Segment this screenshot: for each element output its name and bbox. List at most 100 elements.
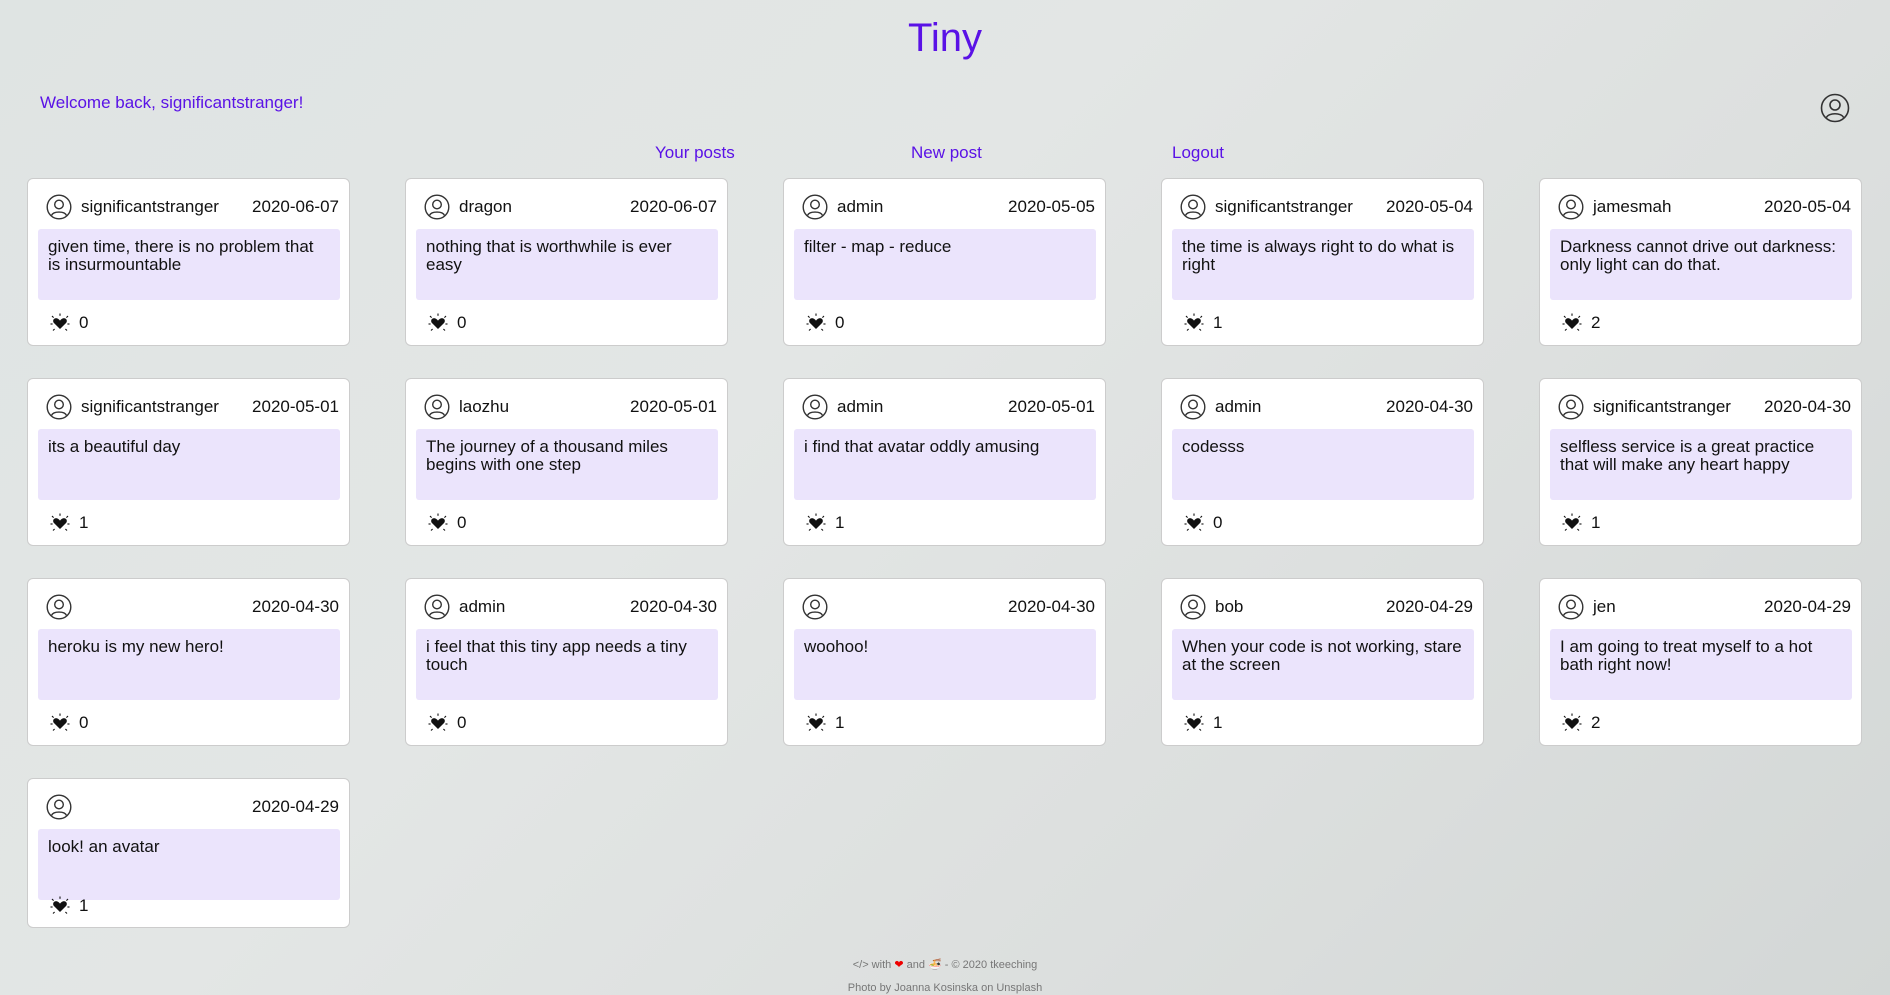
post-likes: 0 (1184, 513, 1222, 533)
welcome-message: Welcome back, significantstranger! (40, 93, 304, 112)
like-heart-icon[interactable] (50, 513, 70, 533)
noodle-bowl-icon: 🍜 (928, 959, 942, 971)
post-content: woohoo! (794, 629, 1096, 700)
post-header: jen 2020-04-29 (1558, 594, 1851, 620)
post-header: laozhu 2020-05-01 (424, 394, 717, 420)
post-date: 2020-05-04 (1764, 197, 1851, 216)
like-heart-icon[interactable] (1184, 713, 1204, 733)
post-card: significantstranger 2020-06-07 given time,… (27, 178, 350, 346)
like-heart-icon[interactable] (50, 713, 70, 733)
post-content: the time is always right to do what is r… (1172, 229, 1474, 300)
user-circle-icon (1180, 194, 1206, 220)
like-heart-icon[interactable] (1184, 313, 1204, 333)
post-content: I am going to treat myself to a hot bath… (1550, 629, 1852, 700)
post-date: 2020-05-04 (1386, 197, 1473, 216)
like-heart-icon[interactable] (428, 313, 448, 333)
like-count: 0 (79, 713, 89, 732)
post-date: 2020-04-29 (1386, 597, 1473, 616)
heart-icon: ❤ (894, 959, 904, 971)
like-count: 1 (1591, 513, 1601, 532)
like-heart-icon[interactable] (1562, 513, 1582, 533)
footer-copyright: - © 2020 tkeeching (944, 959, 1038, 971)
like-heart-icon[interactable] (50, 896, 70, 916)
post-card: 2020-04-29 look! an avatar 1 (27, 778, 350, 928)
post-content: i find that avatar oddly amusing (794, 429, 1096, 500)
post-header: significantstranger 2020-06-07 (46, 194, 339, 220)
user-circle-icon (802, 594, 828, 620)
post-header: 2020-04-29 (46, 794, 339, 820)
like-count: 2 (1591, 313, 1601, 332)
user-circle-icon (46, 794, 72, 820)
post-likes: 0 (806, 313, 844, 333)
post-date: 2020-04-29 (1764, 597, 1851, 616)
user-circle-icon (424, 394, 450, 420)
like-heart-icon[interactable] (50, 313, 70, 333)
user-circle-icon (424, 194, 450, 220)
post-username: laozhu (459, 397, 510, 416)
like-count: 0 (1213, 513, 1223, 532)
post-username: significantstranger (81, 197, 219, 216)
post-likes: 1 (806, 513, 844, 533)
post-username: jamesmah (1593, 197, 1672, 216)
post-card: 2020-04-30 woohoo! 1 (783, 578, 1106, 746)
post-content: heroku is my new hero! (38, 629, 340, 700)
like-heart-icon[interactable] (1184, 513, 1204, 533)
nav-your-posts-link[interactable]: Your posts (655, 143, 735, 163)
post-header: significantstranger 2020-05-01 (46, 394, 339, 420)
like-heart-icon[interactable] (428, 713, 448, 733)
like-heart-icon[interactable] (806, 713, 826, 733)
photo-credit: Photo by Joanna Kosinska on Unsplash (847, 982, 1043, 994)
post-header: significantstranger 2020-04-30 (1558, 394, 1851, 420)
user-circle-icon (46, 394, 72, 420)
user-circle-icon (1180, 594, 1206, 620)
like-count: 0 (457, 513, 467, 532)
post-content: Darkness cannot drive out darkness: only… (1550, 229, 1852, 300)
post-date: 2020-04-30 (1386, 397, 1473, 416)
like-heart-icon[interactable] (806, 313, 826, 333)
user-circle-icon (1558, 594, 1584, 620)
like-count: 0 (457, 313, 467, 332)
post-content: look! an avatar (38, 829, 340, 900)
footer-and: and (906, 959, 925, 971)
like-heart-icon[interactable] (1562, 713, 1582, 733)
post-card: dragon 2020-06-07 nothing that is worthwhi… (405, 178, 728, 346)
user-circle-icon (46, 194, 72, 220)
user-circle-icon (46, 594, 72, 620)
post-card: 2020-04-30 heroku is my new hero! 0 (27, 578, 350, 746)
post-likes: 1 (806, 713, 844, 733)
profile-avatar-icon[interactable] (1820, 93, 1850, 123)
app-title: Tiny (907, 16, 983, 60)
post-card: admin 2020-05-01 i find that avatar oddly … (783, 378, 1106, 546)
post-card: jen 2020-04-29 I am going to treat myself … (1539, 578, 1862, 746)
post-username: admin (837, 397, 884, 416)
post-date: 2020-04-30 (1764, 397, 1851, 416)
footer-credits: </> with ❤ and 🍜 - © 2020 tkeeching (0, 958, 1890, 971)
post-header: admin 2020-05-05 (802, 194, 1095, 220)
post-username: admin (1215, 397, 1262, 416)
like-heart-icon[interactable] (806, 513, 826, 533)
post-card: admin 2020-04-30 i feel that this tiny app… (405, 578, 728, 746)
post-header: jamesmah 2020-05-04 (1558, 194, 1851, 220)
post-username: significantstranger (1593, 397, 1731, 416)
post-header: significantstranger 2020-05-04 (1180, 194, 1473, 220)
post-likes: 2 (1562, 713, 1600, 733)
like-count: 0 (79, 313, 89, 332)
post-likes: 0 (50, 313, 88, 333)
post-likes: 1 (1184, 313, 1222, 333)
nav-new-post-link[interactable]: New post (911, 143, 982, 163)
like-heart-icon[interactable] (1562, 313, 1582, 333)
post-card: laozhu 2020-05-01 The journey of a thousan… (405, 378, 728, 546)
post-card: significantstranger 2020-05-01 its a beaut… (27, 378, 350, 546)
like-heart-icon[interactable] (428, 513, 448, 533)
post-content: selfless service is a great practice tha… (1550, 429, 1852, 500)
post-header: bob 2020-04-29 (1180, 594, 1473, 620)
post-content: The journey of a thousand miles begins w… (416, 429, 718, 500)
post-username: admin (837, 197, 884, 216)
post-date: 2020-05-01 (1008, 397, 1095, 416)
like-count: 0 (457, 713, 467, 732)
footer-code-mark: </> with (852, 959, 892, 971)
post-content: given time, there is no problem that is … (38, 229, 340, 300)
post-likes: 1 (50, 896, 88, 916)
nav-logout-link[interactable]: Logout (1172, 143, 1224, 163)
post-username: bob (1215, 597, 1244, 616)
